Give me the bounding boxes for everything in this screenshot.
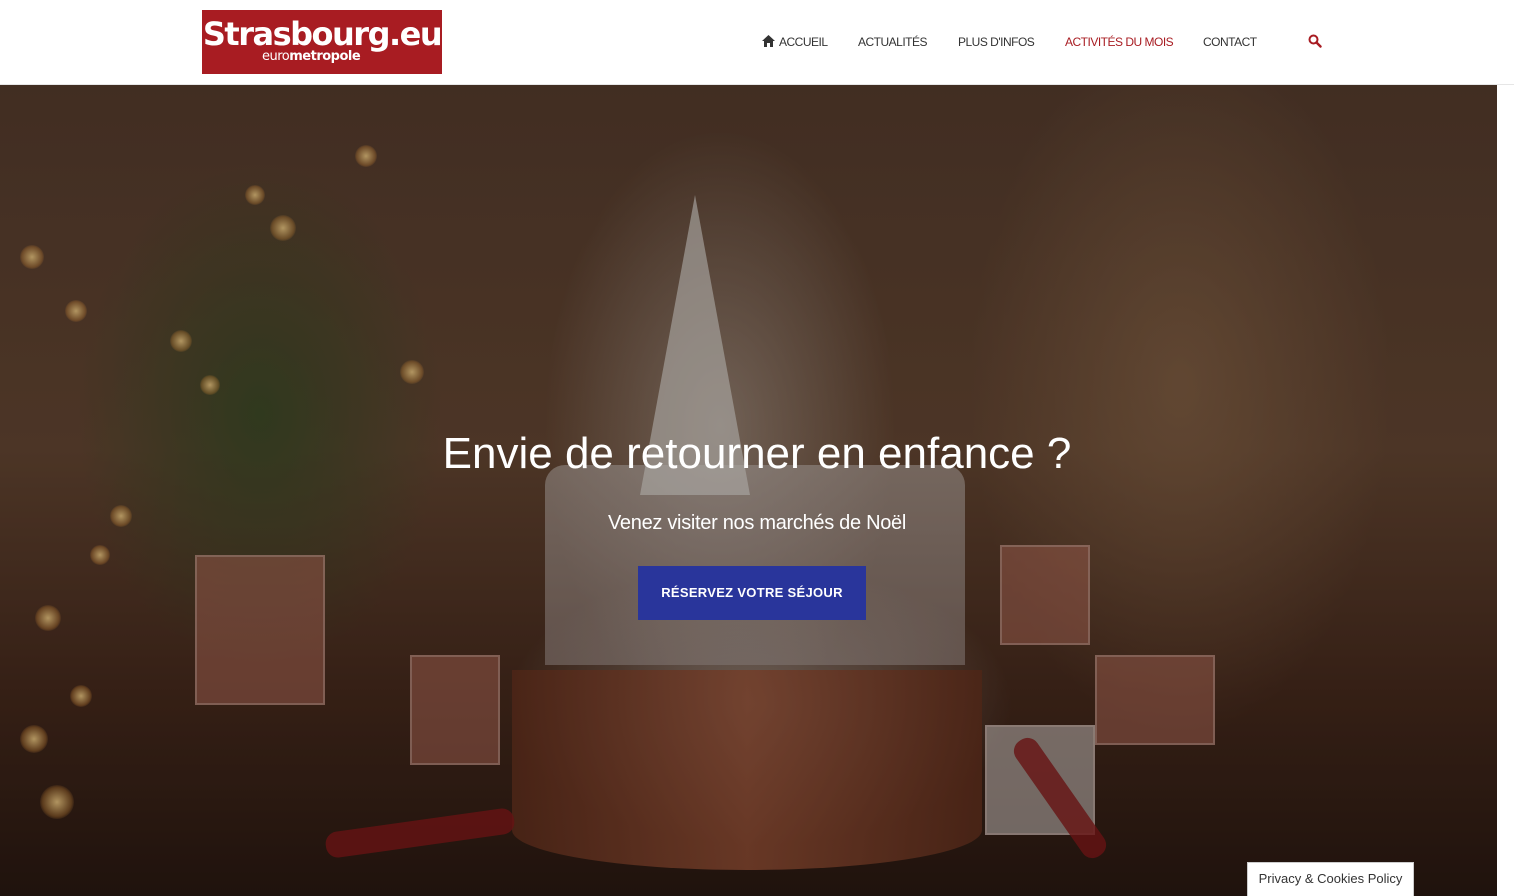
logo-sub-bold: metropole (289, 49, 361, 64)
book-stay-button[interactable]: RÉSERVEZ VOTRE SÉJOUR (638, 566, 866, 620)
home-icon (762, 35, 775, 47)
privacy-cookies-button[interactable]: Privacy & Cookies Policy (1247, 862, 1414, 896)
hero-subtitle: Venez visiter nos marchés de Noël (607, 512, 907, 534)
site-header: Strasbourg.eu eurometropole ACCUEIL ACTU… (0, 0, 1514, 85)
nav-item-activites-du-mois[interactable]: ACTIVITÉS DU MOIS (1065, 34, 1174, 50)
nav-item-actualites[interactable]: ACTUALITÉS (858, 34, 928, 50)
scrollbar-gutter (1497, 85, 1514, 896)
logo-text: Strasbourg.eu (202, 15, 443, 53)
hero-title: Envie de retourner en enfance ? (442, 429, 1072, 478)
nav-item-accueil[interactable]: ACCUEIL (762, 34, 828, 50)
nav-item-contact[interactable]: CONTACT (1203, 34, 1257, 50)
logo-sub-light: euro (262, 49, 290, 64)
hero-banner (0, 85, 1497, 896)
nav-label-accueil: ACCUEIL (779, 35, 828, 49)
search-icon[interactable] (1308, 34, 1322, 48)
nav-item-plus-dinfos[interactable]: PLUS D'INFOS (958, 34, 1035, 50)
hero-overlay (0, 85, 1497, 896)
site-logo[interactable]: Strasbourg.eu eurometropole (202, 10, 443, 74)
logo-subtext: eurometropole (262, 49, 361, 64)
